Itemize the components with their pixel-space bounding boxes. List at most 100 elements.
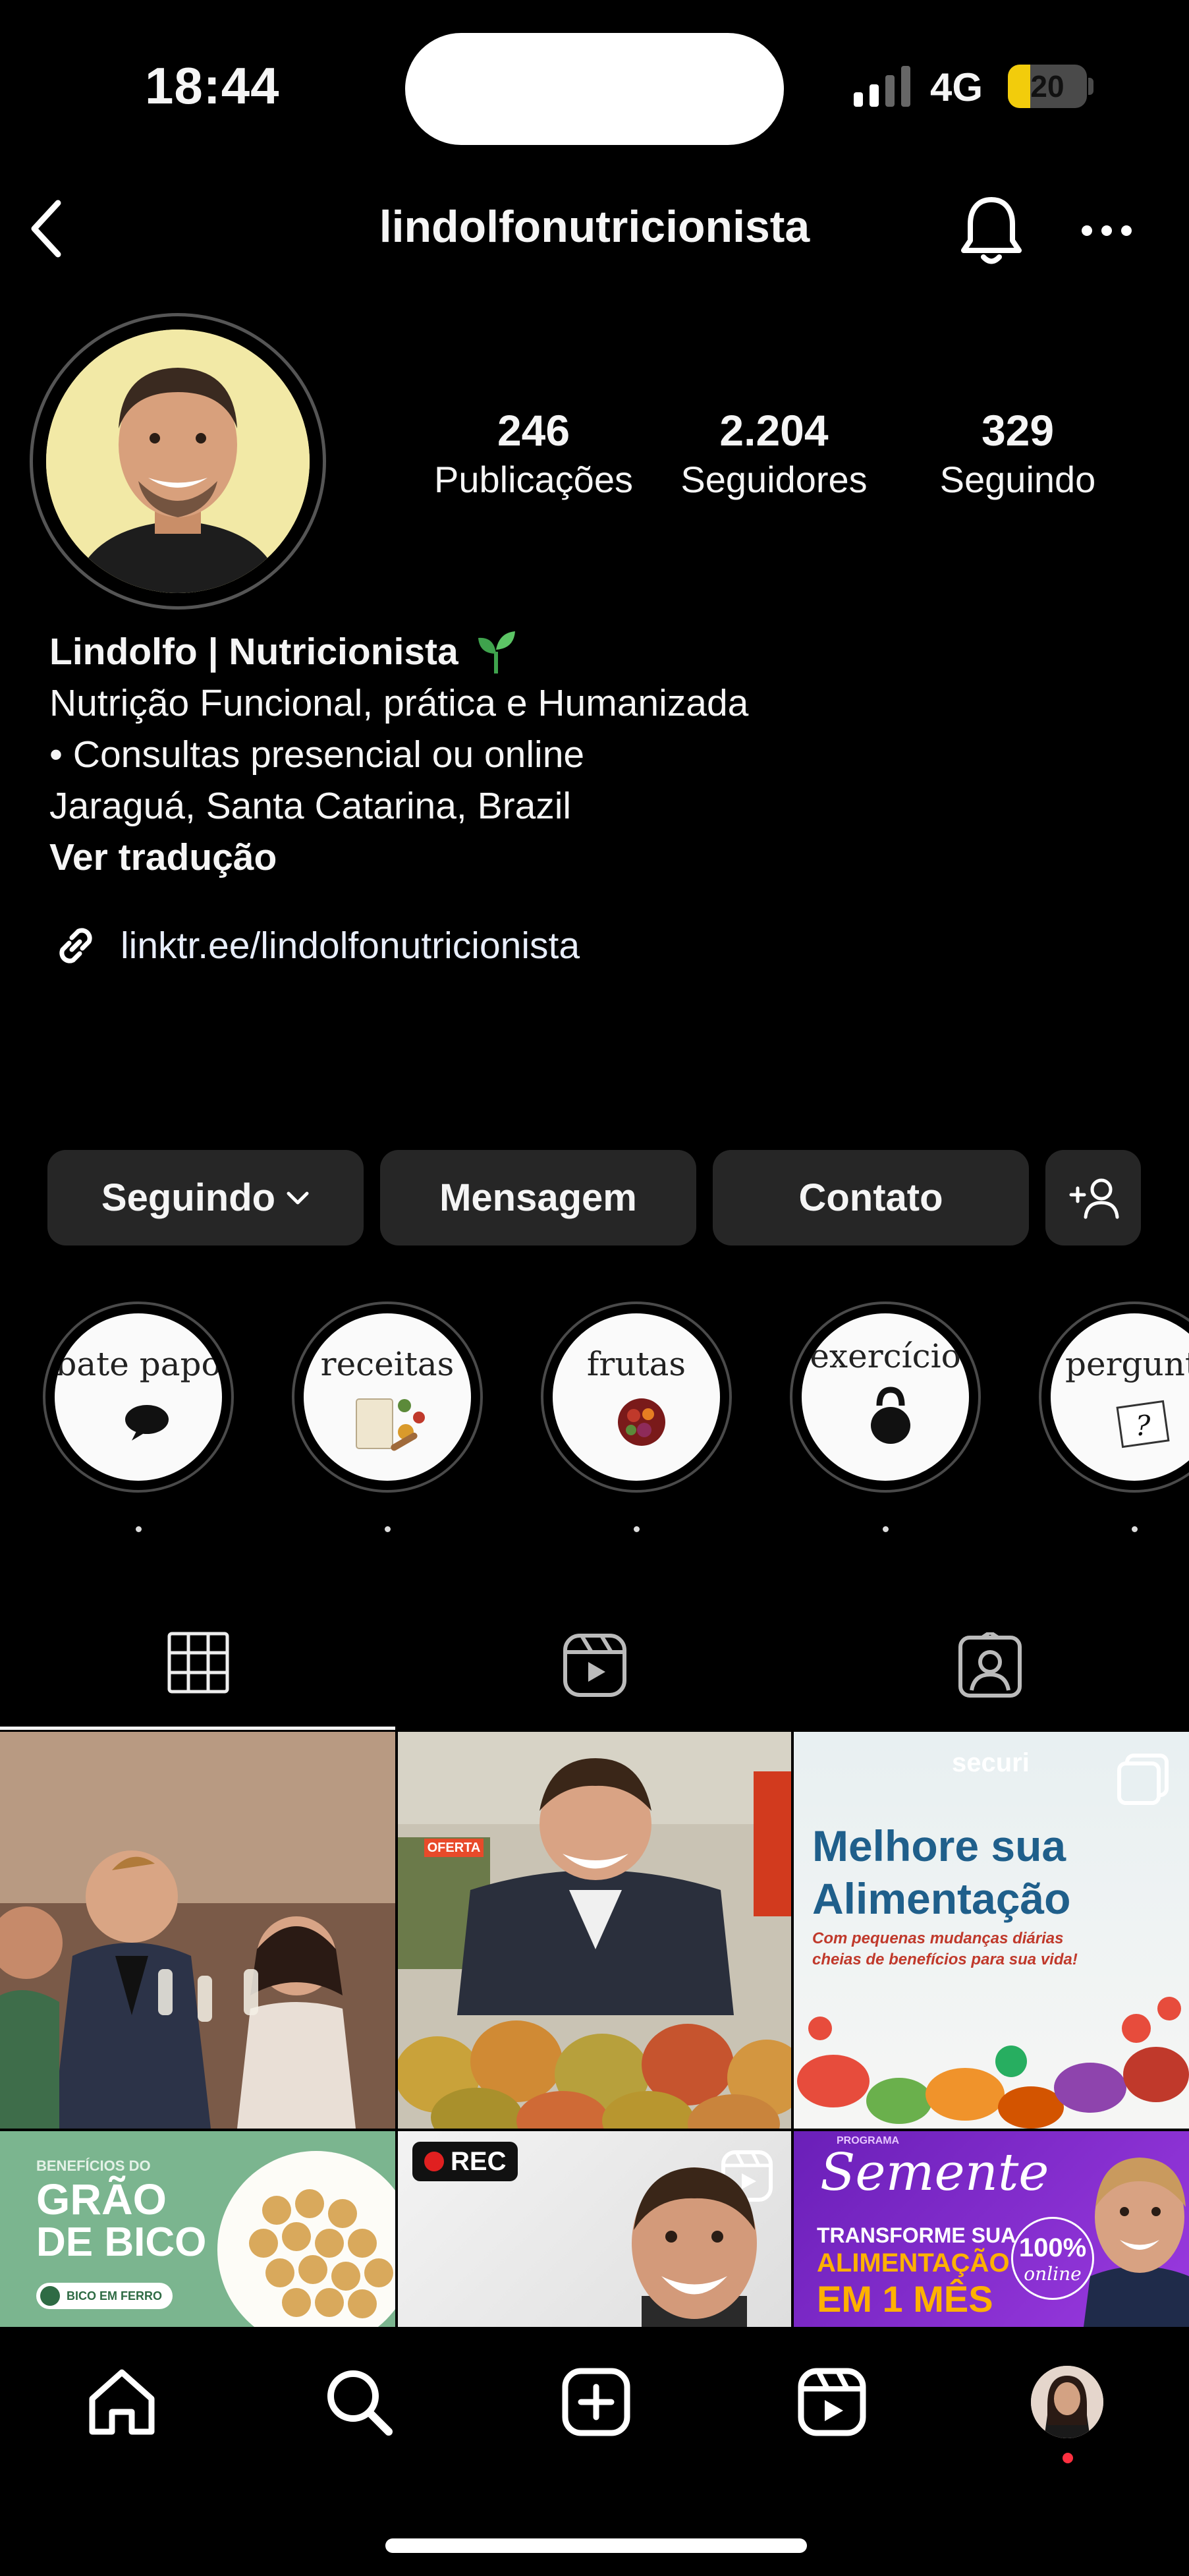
message-button[interactable]: Mensagem xyxy=(380,1150,696,1245)
post-title: GRÃO xyxy=(36,2175,167,2223)
stat-posts[interactable]: 246 Publicações xyxy=(422,405,646,501)
highlight-bate-papo[interactable]: bate papo xyxy=(43,1302,234,1493)
stat-following-label: Seguindo xyxy=(939,459,1096,500)
post-line: ALIMENTAÇÃO xyxy=(817,2248,1010,2277)
signal-icon xyxy=(854,66,913,107)
post-title: Melhore sua xyxy=(812,1821,1066,1870)
store-sign: OFERTA xyxy=(428,1841,481,1855)
highlight-label: pergunta xyxy=(1065,1345,1189,1383)
fruit-bowl-icon xyxy=(615,1396,668,1448)
bio-line: Jaraguá, Santa Catarina, Brazil xyxy=(49,785,572,827)
post-thumbnail[interactable]: PROGRAMA Semente TRANSFORME SUA ALIMENTA… xyxy=(794,2131,1189,2327)
post-tag-text: BICO EM FERRO xyxy=(67,2289,163,2303)
home-icon[interactable] xyxy=(86,2366,158,2438)
presenter-image xyxy=(1077,2144,1189,2327)
stat-followers-label: Seguidores xyxy=(680,459,868,500)
profile-link[interactable]: linktr.ee/lindolfonutricionista xyxy=(49,919,580,972)
recipe-items-icon xyxy=(353,1392,429,1458)
highlight-label: receitas xyxy=(320,1345,455,1383)
active-tab-indicator xyxy=(0,1727,395,1730)
question-card-icon: ? xyxy=(1113,1399,1173,1452)
post-thumbnail[interactable]: BENEFÍCIOS DO GRÃO DE BICO BICO EM FERRO xyxy=(0,2131,395,2327)
add-person-icon xyxy=(1067,1175,1120,1221)
notification-dot xyxy=(1063,2453,1073,2463)
post-thumbnail[interactable]: OFERTA xyxy=(398,1732,791,2129)
own-profile-avatar[interactable] xyxy=(1031,2366,1103,2438)
link-text: linktr.ee/lindolfonutricionista xyxy=(121,925,580,967)
status-time: 18:44 xyxy=(145,57,280,115)
highlight-dot xyxy=(136,1526,142,1532)
reels-icon[interactable] xyxy=(796,2366,868,2438)
dynamic-island xyxy=(405,33,784,145)
svg-text:?: ? xyxy=(1136,1410,1151,1442)
post-line: EM 1 MÊS xyxy=(817,2278,993,2320)
bell-icon[interactable] xyxy=(958,194,1024,267)
profile-bio: Lindolfo | Nutricionista Nutrição Funcio… xyxy=(49,626,748,883)
contact-label: Contato xyxy=(798,1176,943,1219)
network-type: 4G xyxy=(930,65,983,109)
post-line: TRANSFORME SUA xyxy=(817,2223,1016,2247)
rec-badge: REC xyxy=(412,2142,518,2181)
stat-followers-count: 2.204 xyxy=(719,406,829,455)
presenter-image xyxy=(615,2158,773,2327)
post-title: DE BICO xyxy=(36,2219,207,2265)
highlight-pergunta[interactable]: pergunta ? xyxy=(1039,1302,1189,1493)
create-post-icon[interactable] xyxy=(560,2366,632,2438)
battery-icon: 20 xyxy=(1008,65,1087,108)
rec-badge-text: REC xyxy=(451,2146,507,2176)
post-thumbnail[interactable] xyxy=(0,1732,395,2129)
post-title: Alimentação xyxy=(812,1874,1071,1923)
highlight-dot xyxy=(385,1526,391,1532)
following-label: Seguindo xyxy=(101,1176,276,1219)
chickpeas-image xyxy=(217,2151,395,2327)
tagged-tab-icon[interactable] xyxy=(957,1632,1023,1698)
search-icon[interactable] xyxy=(323,2366,395,2438)
following-button[interactable]: Seguindo xyxy=(47,1150,364,1245)
highlight-dot xyxy=(883,1526,889,1532)
chevron-down-icon xyxy=(286,1190,310,1206)
post-subtitle: Com pequenas mudanças diárias xyxy=(812,1930,1064,1947)
stat-posts-label: Publicações xyxy=(434,459,633,500)
kettlebell-icon xyxy=(868,1386,914,1445)
bio-line: • Consultas presencial ou online xyxy=(49,733,585,776)
vegetables-image xyxy=(794,1982,1189,2129)
battery-level: 20 xyxy=(1030,69,1065,103)
seal-text: online xyxy=(1024,2263,1082,2285)
post-subtitle: cheias de benefícios para sua vida! xyxy=(812,1951,1078,1968)
stat-followers[interactable]: 2.204 Seguidores xyxy=(665,405,883,501)
seal-percent: 100% xyxy=(1018,2233,1087,2262)
highlight-exercicio[interactable]: exercício xyxy=(790,1302,981,1493)
highlight-frutas[interactable]: frutas xyxy=(541,1302,732,1493)
grid-tab-icon[interactable] xyxy=(167,1631,230,1694)
post-kicker: BENEFÍCIOS DO xyxy=(36,2158,151,2174)
post-brand: securi xyxy=(952,1748,1030,1777)
stat-following-count: 329 xyxy=(981,406,1055,455)
reels-tab-icon[interactable] xyxy=(562,1632,628,1698)
highlight-receitas[interactable]: receitas xyxy=(292,1302,483,1493)
online-seal: 100% online xyxy=(1011,2217,1094,2300)
contact-button[interactable]: Contato xyxy=(713,1150,1029,1245)
stat-posts-count: 246 xyxy=(497,406,570,455)
highlight-dot xyxy=(634,1526,640,1532)
highlight-label: frutas xyxy=(586,1345,686,1383)
post-title: Semente xyxy=(820,2143,1049,2202)
message-label: Mensagem xyxy=(439,1176,637,1219)
bio-line: Nutrição Funcional, prática e Humanizada xyxy=(49,682,749,724)
post-thumbnail[interactable]: securi Melhore sua Alimentação Com peque… xyxy=(794,1732,1189,2129)
translate-link[interactable]: Ver tradução xyxy=(49,832,748,883)
highlight-dot xyxy=(1132,1526,1138,1532)
multi-post-icon xyxy=(1117,1753,1169,1806)
post-tag: BICO EM FERRO xyxy=(36,2283,173,2309)
seedling-icon xyxy=(473,629,519,675)
home-indicator xyxy=(385,2538,807,2553)
more-options-icon[interactable] xyxy=(1080,224,1133,237)
stat-following[interactable]: 329 Seguindo xyxy=(916,405,1120,501)
suggest-people-button[interactable] xyxy=(1045,1150,1141,1245)
highlight-label: bate papo xyxy=(55,1345,221,1383)
link-icon xyxy=(49,919,102,972)
speech-bubble-icon xyxy=(124,1402,170,1442)
display-name: Lindolfo | Nutricionista xyxy=(49,631,458,673)
post-thumbnail[interactable]: REC xyxy=(398,2131,791,2327)
battery-tip xyxy=(1088,78,1093,95)
profile-avatar[interactable] xyxy=(46,329,310,593)
